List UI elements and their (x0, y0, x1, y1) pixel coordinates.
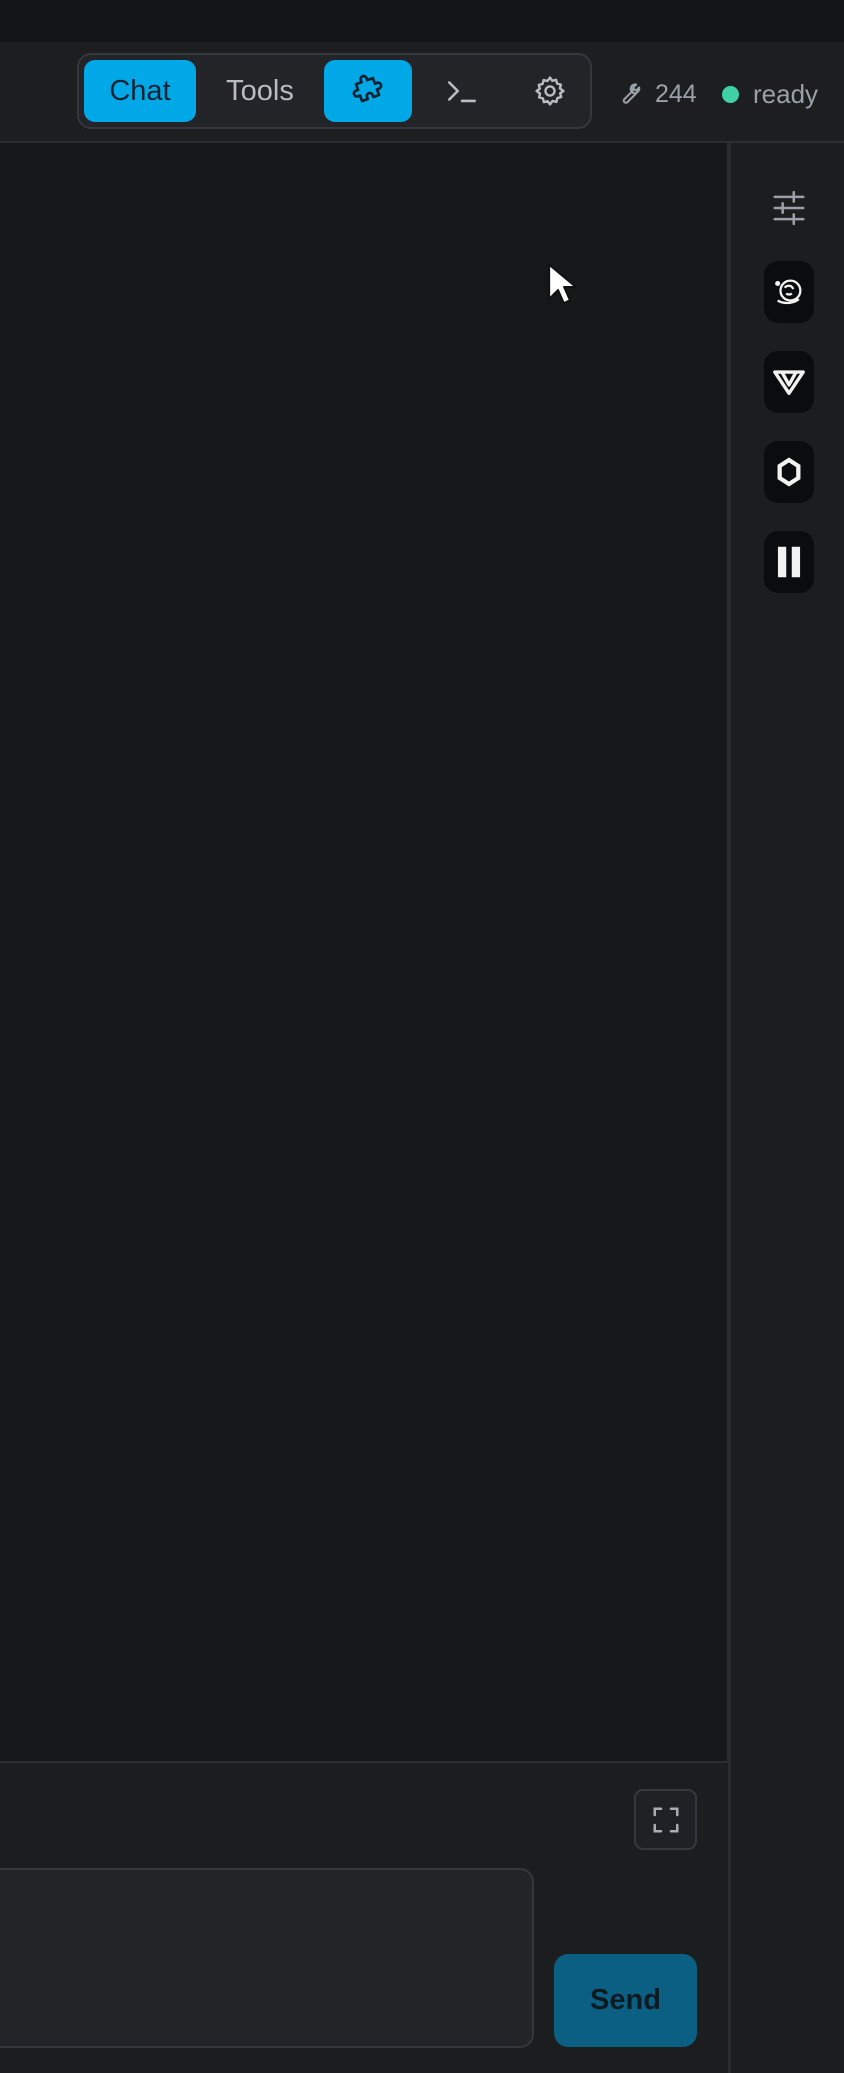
extension-button-4[interactable] (764, 531, 814, 593)
status-indicator: ready (722, 74, 818, 114)
pause-logo-icon (777, 546, 801, 578)
window-titlebar (0, 0, 844, 42)
ring-logo-icon (777, 457, 801, 487)
plugins-button[interactable] (324, 60, 412, 122)
extension-logo-icon (775, 279, 802, 305)
status-text: ready (753, 78, 819, 109)
extension-button-1[interactable] (764, 261, 814, 323)
send-button[interactable]: Send (554, 1954, 697, 2047)
message-input[interactable] (0, 1868, 534, 2048)
sliders-button[interactable] (764, 177, 814, 239)
sliders-icon (773, 190, 805, 226)
extension-button-3[interactable] (764, 441, 814, 503)
tab-chat[interactable]: Chat (84, 60, 196, 122)
extension-button-2[interactable] (764, 351, 814, 413)
gear-icon (534, 76, 565, 106)
puzzle-icon (352, 74, 383, 103)
tab-tools[interactable]: Tools (204, 60, 316, 122)
tool-count: 244 (615, 74, 697, 114)
wrench-icon (622, 83, 641, 104)
message-composer: Send (0, 1761, 728, 2073)
chat-area (0, 143, 728, 1761)
terminal-icon (447, 81, 476, 103)
top-toolbar: Chat Tools 244 ready (0, 42, 844, 143)
status-dot (722, 85, 739, 103)
mode-switcher: Chat Tools (77, 53, 592, 129)
right-sidebar (731, 143, 844, 2073)
expand-icon (653, 1807, 678, 1832)
terminal-button[interactable] (419, 60, 504, 122)
mouse-cursor-icon (548, 264, 576, 304)
settings-button[interactable] (507, 60, 592, 122)
v-logo-icon (773, 370, 805, 396)
expand-button[interactable] (634, 1789, 697, 1850)
tool-count-value: 244 (655, 79, 697, 108)
